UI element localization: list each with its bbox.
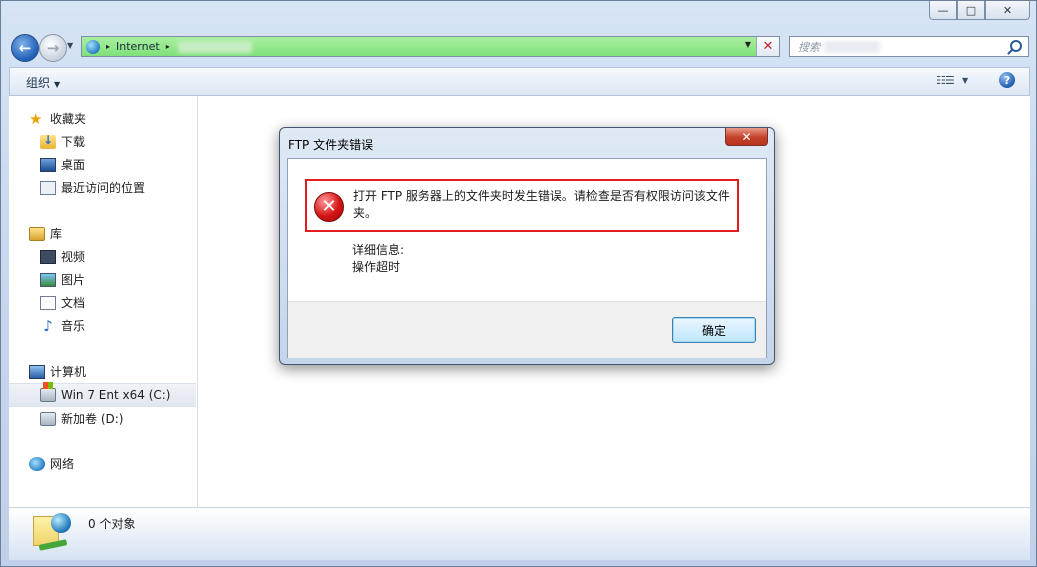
sidebar-item-label: 视频	[61, 250, 86, 264]
globe-icon	[51, 513, 71, 533]
dialog-footer: 确定	[288, 301, 766, 358]
change-view-icon[interactable]: ☷☰	[936, 74, 955, 87]
downloads-folder-icon	[40, 133, 56, 149]
sidebar-item-downloads[interactable]: 下载	[40, 133, 85, 150]
chevron-down-icon: ▼	[54, 80, 61, 89]
library-icon	[29, 226, 45, 241]
breadcrumb-internet[interactable]: Internet	[116, 40, 160, 53]
sidebar-item-label: 计算机	[50, 365, 87, 379]
stop-button[interactable]: ✕	[756, 37, 779, 56]
breadcrumb-arrow-icon[interactable]: ▸	[166, 42, 170, 51]
sidebar-item-label: 最近访问的位置	[61, 181, 146, 195]
windows-drive-icon	[40, 382, 56, 402]
error-message: 打开 FTP 服务器上的文件夹时发生错误。请检查是否有权限访问该文件夹。	[353, 189, 730, 220]
ftp-error-dialog: FTP 文件夹错误 ✕ ✕ 打开 FTP 服务器上的文件夹时发生错误。请检查是否…	[279, 127, 775, 365]
dialog-close-button[interactable]: ✕	[725, 128, 768, 146]
sidebar-item-favorites[interactable]: ★ 收藏夹	[29, 110, 86, 127]
minimize-button[interactable]: —	[929, 1, 957, 20]
sidebar-item-videos[interactable]: 视频	[40, 248, 85, 265]
recent-pages-dropdown[interactable]: ▼	[67, 41, 73, 50]
dialog-body: ✕ 打开 FTP 服务器上的文件夹时发生错误。请检查是否有权限访问该文件夹。 详…	[287, 158, 767, 358]
redacted-search-text	[824, 40, 880, 53]
close-window-button[interactable]: ✕	[985, 1, 1030, 20]
address-bar[interactable]: ▸ Internet ▸ ▼ ✕	[81, 36, 780, 57]
navigation-pane: ★ 收藏夹 下载 桌面 最近访问的位置 库 视频 图片 文档	[9, 96, 198, 507]
sidebar-item-drive-c[interactable]: Win 7 Ent x64 (C:)	[9, 382, 196, 407]
document-icon	[40, 295, 56, 310]
sidebar-item-drive-d[interactable]: 新加卷 (D:)	[40, 410, 123, 427]
video-icon	[40, 249, 56, 264]
sidebar-item-label: 网络	[50, 457, 75, 471]
sidebar-item-label: 新加卷 (D:)	[61, 412, 124, 426]
sidebar-item-computer[interactable]: 计算机	[29, 363, 86, 380]
music-note-icon: ♪	[43, 316, 53, 335]
sidebar-item-label: 收藏夹	[50, 112, 87, 126]
sidebar-item-desktop[interactable]: 桌面	[40, 156, 85, 173]
sidebar-item-label: 桌面	[61, 158, 86, 172]
picture-icon	[40, 272, 56, 287]
back-button[interactable]: ←	[11, 34, 39, 62]
error-highlight-box: ✕ 打开 FTP 服务器上的文件夹时发生错误。请检查是否有权限访问该文件夹。	[305, 179, 739, 232]
internet-globe-icon	[86, 39, 100, 54]
sidebar-item-pictures[interactable]: 图片	[40, 271, 85, 288]
sidebar-item-label: 库	[50, 227, 63, 241]
sidebar-item-label: 下载	[61, 135, 86, 149]
recent-places-icon	[40, 180, 56, 195]
desktop-icon	[40, 157, 56, 172]
error-icon: ✕	[314, 192, 344, 222]
ok-button[interactable]: 确定	[672, 317, 756, 343]
sidebar-item-libraries[interactable]: 库	[29, 225, 62, 242]
command-bar: 组织 ▼ ☷☰ ▼ ?	[9, 67, 1030, 96]
sidebar-item-music[interactable]: ♪ 音乐	[40, 317, 85, 334]
sidebar-item-documents[interactable]: 文档	[40, 294, 85, 311]
view-dropdown-icon[interactable]: ▼	[962, 76, 968, 85]
organize-menu-button[interactable]: 组织 ▼	[26, 74, 60, 91]
details-pane: 0 个对象	[9, 507, 1030, 560]
organize-label: 组织	[26, 76, 51, 90]
details-label: 详细信息:	[352, 243, 405, 257]
forward-button[interactable]: →	[39, 34, 67, 62]
item-count: 0 个对象	[88, 517, 136, 531]
details-value: 操作超时	[352, 260, 401, 274]
maximize-button[interactable]: □	[957, 1, 985, 20]
search-placeholder: 搜索	[798, 40, 820, 54]
sidebar-item-label: Win 7 Ent x64 (C:)	[61, 388, 171, 402]
search-box[interactable]: 搜索	[789, 36, 1029, 57]
address-dropdown-icon[interactable]: ▼	[745, 40, 751, 49]
network-icon	[29, 456, 45, 471]
sidebar-item-network[interactable]: 网络	[29, 455, 74, 472]
sidebar-item-label: 图片	[61, 273, 86, 287]
sidebar-item-label: 文档	[61, 296, 86, 310]
drive-icon	[40, 411, 56, 426]
caption-buttons: — □ ✕	[929, 1, 1030, 20]
dialog-title: FTP 文件夹错误	[288, 138, 374, 152]
help-icon[interactable]: ?	[999, 72, 1015, 88]
search-icon[interactable]	[1010, 40, 1022, 52]
star-icon: ★	[29, 109, 43, 128]
redacted-address	[177, 40, 252, 53]
breadcrumb-arrow-icon[interactable]: ▸	[106, 42, 110, 51]
sidebar-item-recent-places[interactable]: 最近访问的位置	[40, 179, 145, 196]
computer-icon	[29, 364, 45, 379]
sidebar-item-label: 音乐	[61, 319, 86, 333]
